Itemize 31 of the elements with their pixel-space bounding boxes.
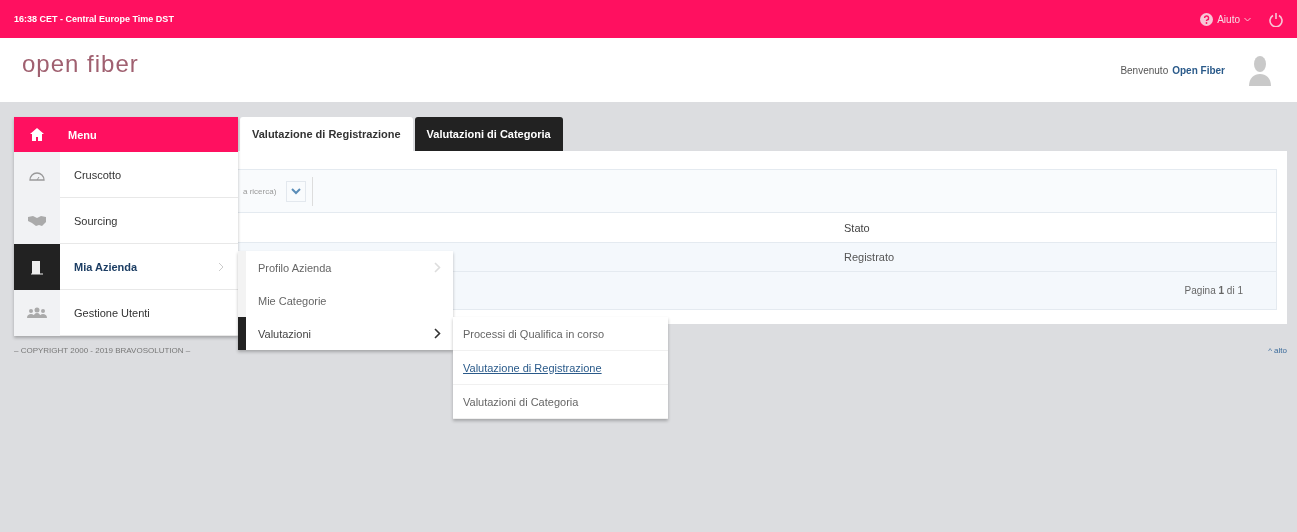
menu-title: Menu <box>68 128 97 141</box>
tab[interactable]: Valutazione di Registrazione <box>240 117 413 151</box>
user-name-link[interactable]: Open Fiber <box>1172 64 1225 76</box>
home-icon <box>30 128 44 141</box>
door-icon <box>31 259 43 275</box>
help-icon <box>1200 12 1214 26</box>
users-icon <box>27 307 47 319</box>
submenu-item[interactable]: Valutazioni di Categoria <box>453 385 668 419</box>
page-indicator: Pagina 1 di 1 <box>1184 285 1243 296</box>
menu-item[interactable]: Sourcing <box>60 198 238 244</box>
caret-icon <box>1244 16 1251 22</box>
power-icon[interactable] <box>1269 11 1283 27</box>
back-to-top-link[interactable]: ^ alto <box>1268 346 1287 355</box>
submenu-item[interactable]: Processi di Qualifica in corso <box>453 317 668 351</box>
timezone-label: 16:38 CET - Central Europe Time DST <box>14 14 174 24</box>
menu-item[interactable]: Mia Azienda <box>60 244 238 290</box>
tab[interactable]: Valutazioni di Categoria <box>414 117 563 151</box>
copyright-text: – COPYRIGHT 2000 - 2019 BRAVOSOLUTION – <box>14 346 191 355</box>
submenu-item[interactable]: Valutazioni <box>238 317 453 350</box>
logo: open fiber <box>22 50 139 78</box>
welcome-label: Benvenuto <box>1120 64 1169 76</box>
submenu-item[interactable]: Profilo Azienda <box>238 251 453 284</box>
menu-item[interactable]: Gestione Utenti <box>60 290 238 336</box>
submenu-item[interactable]: Mie Categorie <box>238 284 453 317</box>
chevron-down-icon <box>286 180 307 202</box>
submenu-item[interactable]: Valutazione di Registrazione <box>453 351 668 385</box>
menu-item[interactable]: Cruscotto <box>60 152 238 198</box>
gauge-icon <box>29 169 45 181</box>
avatar-icon <box>1249 54 1271 86</box>
column-header: Stato <box>844 221 870 234</box>
table-cell: Registrato <box>844 251 895 263</box>
